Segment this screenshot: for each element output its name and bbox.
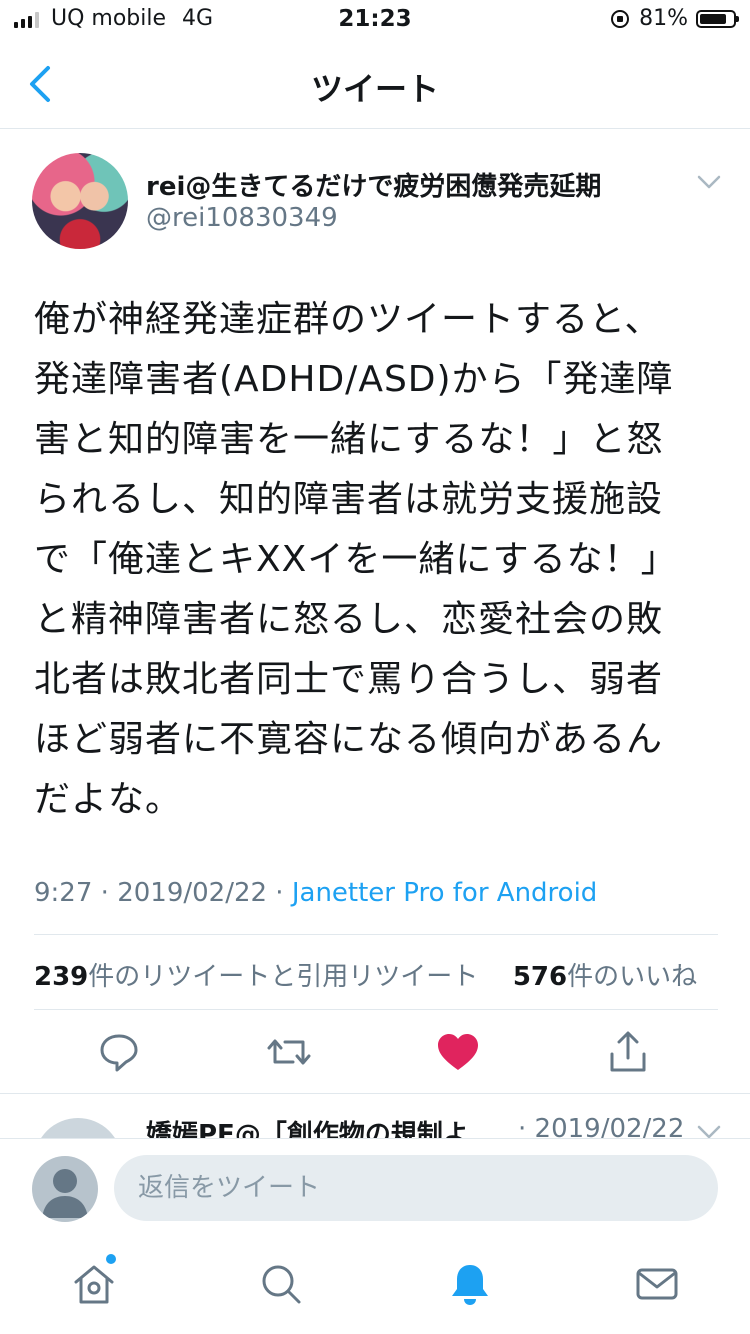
reply-author-name[interactable]: 嬌嫣PF@「創作物の規制よ… bbox=[146, 1114, 495, 1138]
home-icon bbox=[74, 1265, 114, 1304]
heart-icon bbox=[438, 1034, 478, 1070]
tab-notifications[interactable] bbox=[446, 1260, 494, 1308]
share-button[interactable] bbox=[604, 1028, 652, 1076]
tweet-stats: 239件のリツイートと引用リツイート 576件のいいね bbox=[34, 956, 697, 993]
divider bbox=[34, 934, 718, 935]
rotation-lock-icon bbox=[611, 9, 630, 28]
meta-separator: · bbox=[92, 878, 118, 908]
tab-home[interactable] bbox=[70, 1260, 118, 1308]
tweet-time: 9:27 bbox=[34, 878, 93, 908]
divider bbox=[34, 1009, 718, 1010]
tweet-actions bbox=[0, 1028, 750, 1078]
reply-date: · 2019/02/22 bbox=[518, 1114, 685, 1138]
reply-menu-button[interactable] bbox=[696, 1122, 722, 1138]
reply-icon bbox=[100, 1034, 138, 1072]
reply-button[interactable] bbox=[95, 1028, 143, 1076]
retweet-label: 件のリツイートと引用リツイート bbox=[88, 962, 479, 992]
author-display-name[interactable]: rei@生きてるだけで疲労困憊発売延期 bbox=[146, 166, 601, 203]
retweet-icon bbox=[267, 1039, 311, 1065]
reply-avatar[interactable] bbox=[34, 1118, 122, 1138]
new-activity-dot bbox=[106, 1254, 116, 1264]
like-count: 576 bbox=[512, 962, 568, 992]
tweet-menu-button[interactable] bbox=[696, 172, 722, 192]
reply-preview[interactable]: 嬌嫣PF@「創作物の規制よ… · 2019/02/22 bbox=[0, 1094, 750, 1138]
tweet-client-link[interactable]: Janetter Pro for Android bbox=[292, 878, 597, 908]
battery-percent: 81% bbox=[639, 6, 688, 31]
chevron-down-icon bbox=[697, 1125, 721, 1138]
page-title: ツイート bbox=[310, 70, 439, 108]
tab-messages[interactable] bbox=[633, 1260, 681, 1308]
tab-search[interactable] bbox=[257, 1260, 305, 1308]
retweet-count: 239 bbox=[34, 962, 89, 992]
like-button[interactable] bbox=[434, 1028, 482, 1076]
default-avatar-icon bbox=[42, 1169, 88, 1218]
my-avatar[interactable] bbox=[32, 1156, 98, 1222]
tab-bar bbox=[0, 1238, 750, 1334]
reply-composer bbox=[0, 1138, 750, 1239]
retweets-stat[interactable]: 239件のリツイートと引用リツイート bbox=[34, 962, 478, 992]
battery-icon bbox=[696, 9, 739, 28]
author-avatar[interactable] bbox=[32, 153, 128, 249]
chevron-down-icon bbox=[697, 175, 721, 189]
status-right: 81% bbox=[611, 6, 739, 31]
search-icon bbox=[262, 1265, 301, 1304]
notifications-icon bbox=[452, 1265, 488, 1305]
messages-icon bbox=[636, 1268, 678, 1300]
share-icon bbox=[610, 1031, 646, 1072]
reply-input[interactable] bbox=[114, 1155, 718, 1221]
tweet-meta: 9:27 · 2019/02/22 · Janetter Pro for And… bbox=[34, 878, 597, 908]
tweet-date: 2019/02/22 bbox=[117, 878, 268, 908]
like-label: 件のいいね bbox=[567, 962, 698, 992]
header: ツイート bbox=[0, 40, 750, 129]
likes-stat[interactable]: 576件のいいね bbox=[513, 962, 697, 992]
meta-separator: · bbox=[267, 878, 292, 908]
author-handle[interactable]: @rei10830349 bbox=[146, 203, 338, 233]
retweet-button[interactable] bbox=[265, 1028, 313, 1076]
tweet-text: 俺が神経発達症群のツイートすると、 発達障害者(ADHD/ASD)から「発達障 … bbox=[34, 299, 678, 820]
status-bar: UQ mobile 4G 21:23 81% bbox=[0, 0, 750, 40]
